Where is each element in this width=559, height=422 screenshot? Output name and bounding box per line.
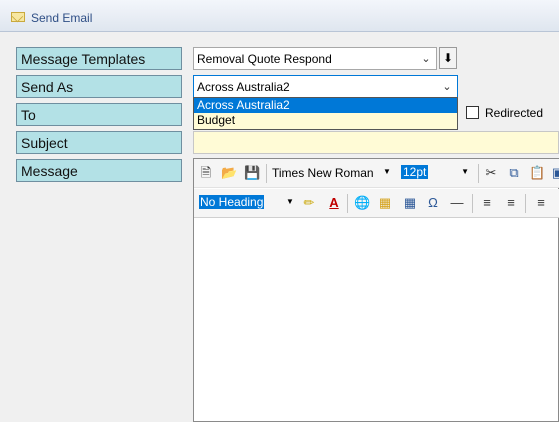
toolbar-separator xyxy=(525,194,526,213)
send-as-option[interactable]: Budget xyxy=(194,113,457,128)
new-document-icon[interactable]: 🗎 xyxy=(198,165,214,181)
editor-toolbar-bottom: No Heading ▼ ✏ A 🌐 ▦ ▦ Ω — ≡ ≡ ≡ xyxy=(194,189,559,218)
message-editor[interactable]: 🗎 📂 💾 Times New Roman ▼ 12pt ▼ ✂ ⧉ 📋 ▣ N… xyxy=(193,158,559,422)
font-family-select[interactable]: Times New Roman xyxy=(272,166,374,180)
paste-clipboard-icon[interactable]: 📋 xyxy=(529,165,545,181)
hyperlink-globe-icon[interactable]: 🌐 xyxy=(354,195,370,211)
templates-value: Removal Quote Respond xyxy=(197,52,332,66)
insert-image-icon[interactable]: ▦ xyxy=(377,195,393,211)
caret-down-icon[interactable]: ▼ xyxy=(461,167,469,176)
heading-value: No Heading xyxy=(199,195,265,209)
send-as-value: Across Australia2 xyxy=(197,80,290,94)
label-send-as: Send As xyxy=(16,75,182,98)
email-envelope-icon xyxy=(11,12,25,22)
toolbar-separator xyxy=(347,194,348,213)
toolbar-separator xyxy=(472,194,473,213)
chevron-down-icon[interactable]: ⌄ xyxy=(437,76,457,97)
toolbar-separator xyxy=(478,164,479,183)
label-subject: Subject xyxy=(16,131,182,154)
bullet-list-icon[interactable]: ≡ xyxy=(503,195,519,211)
label-message-templates: Message Templates xyxy=(16,47,182,70)
caret-down-icon[interactable]: ▼ xyxy=(286,197,294,206)
label-to: To xyxy=(16,103,182,126)
redirected-label: Redirected xyxy=(485,106,544,120)
font-size-value: 12pt xyxy=(401,165,429,179)
font-color-icon[interactable]: A xyxy=(326,195,342,211)
open-folder-icon[interactable]: 📂 xyxy=(221,165,237,181)
templates-combo[interactable]: Removal Quote Respond ⌄ xyxy=(193,47,437,70)
send-as-combo[interactable]: Across Australia2 ⌄ xyxy=(193,75,458,98)
special-character-omega-icon[interactable]: Ω xyxy=(425,195,441,211)
window-title: Send Email xyxy=(31,11,93,25)
redirected-checkbox[interactable] xyxy=(466,106,479,119)
highlight-pen-icon[interactable]: ✏ xyxy=(301,195,317,211)
send-as-dropdown-list: Across Australia2 Budget xyxy=(193,97,458,130)
chevron-down-icon[interactable]: ⌄ xyxy=(416,48,436,69)
window-titlebar: Send Email xyxy=(0,0,559,32)
font-size-select[interactable]: 12pt ▼ xyxy=(401,165,473,182)
save-disk-icon[interactable]: 💾 xyxy=(244,165,260,181)
align-left-icon[interactable]: ≡ xyxy=(533,195,549,211)
send-as-option[interactable]: Across Australia2 xyxy=(194,98,457,113)
subject-input[interactable] xyxy=(193,131,559,154)
insert-table-icon[interactable]: ▦ xyxy=(402,195,418,211)
horizontal-rule-icon[interactable]: — xyxy=(449,195,465,211)
paste-text-icon[interactable]: ▣ xyxy=(550,165,559,181)
editor-toolbar-top: 🗎 📂 💾 Times New Roman ▼ 12pt ▼ ✂ ⧉ 📋 ▣ xyxy=(194,159,559,188)
copy-icon[interactable]: ⧉ xyxy=(506,165,522,181)
caret-down-icon[interactable]: ▼ xyxy=(383,167,391,176)
heading-select[interactable]: No Heading xyxy=(199,195,265,209)
label-message: Message xyxy=(16,159,182,182)
numbered-list-icon[interactable]: ≡ xyxy=(479,195,495,211)
toolbar-separator xyxy=(266,164,267,183)
insert-template-button[interactable]: ⬇ xyxy=(439,47,457,69)
cut-scissors-icon[interactable]: ✂ xyxy=(483,165,499,181)
arrow-down-to-line-icon: ⬇ xyxy=(442,51,454,65)
